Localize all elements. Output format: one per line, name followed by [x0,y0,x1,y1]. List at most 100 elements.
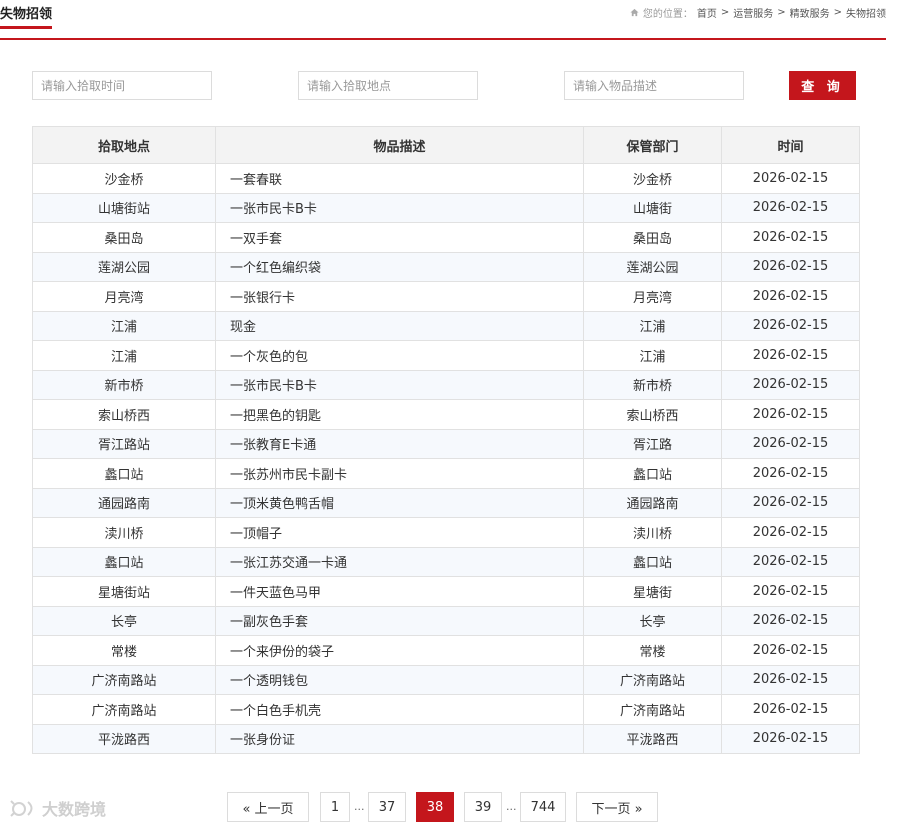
pagination: « 上一页 1 ... 37 38 39 ... 744 下一页 » [0,792,900,822]
table-row: 桑田岛 一双手套 桑田岛 2026-02-15 [32,222,860,253]
table-row: 江浦 一个灰色的包 江浦 2026-02-15 [32,340,860,371]
cell-department: 通园路南 [583,487,722,518]
page-title: 失物招领 [0,3,53,29]
table-row: 广济南路站 一个透明钱包 广济南路站 2026-02-15 [32,664,860,695]
cell-location: 星塘街站 [32,576,216,607]
cell-description: 现金 [215,310,584,341]
header-department: 保管部门 [583,126,722,164]
header-description: 物品描述 [215,126,584,164]
table-row: 常楼 一个来伊份的袋子 常楼 2026-02-15 [32,635,860,666]
cell-description: 一顶米黄色鸭舌帽 [215,487,584,518]
pickup-time-input[interactable] [32,71,212,100]
cell-description: 一张苏州市民卡副卡 [215,458,584,489]
header-location: 拾取地点 [32,126,216,164]
cell-description: 一张市民卡B卡 [215,369,584,400]
breadcrumb-label: 您的位置： [642,9,693,20]
sun-logo-icon [10,800,33,817]
cell-time: 2026-02-15 [721,281,860,312]
table-body: 沙金桥 一套春联 沙金桥 2026-02-15 山塘街站 一张市民卡B卡 山塘街 2026-0… [32,163,860,754]
table-row: 新市桥 一张市民卡B卡 新市桥 2026-02-15 [32,369,860,400]
cell-department: 莲湖公园 [583,251,722,282]
cell-description: 一双手套 [215,222,584,253]
pickup-location-input[interactable] [298,71,478,100]
table-row: 沙金桥 一套春联 沙金桥 2026-02-15 [32,163,860,194]
cell-time: 2026-02-15 [721,605,860,636]
cell-location: 渎川桥 [32,517,216,548]
watermark: 大数跨境 [8,796,106,820]
cell-department: 山塘街 [583,192,722,223]
cell-location: 长亭 [32,605,216,636]
table-row: 通园路南 一顶米黄色鸭舌帽 通园路南 2026-02-15 [32,487,860,518]
table-row: 平泷路西 一张身份证 平泷路西 2026-02-15 [32,723,860,754]
cell-description: 一张江苏交通一卡通 [215,546,584,577]
cell-description: 一张教育E卡通 [215,428,584,459]
cell-department: 索山桥西 [583,399,722,430]
cell-description: 一顶帽子 [215,517,584,548]
cell-time: 2026-02-15 [721,576,860,607]
cell-department: 渎川桥 [583,517,722,548]
page-button[interactable]: 744 [520,792,566,822]
cell-description: 一副灰色手套 [215,605,584,636]
cell-location: 蠡口站 [32,458,216,489]
prev-page-button[interactable]: « 上一页 [227,792,309,822]
cell-location: 广济南路站 [32,694,216,725]
cell-description: 一件天蓝色马甲 [215,576,584,607]
breadcrumb-home[interactable]: 首页 [697,5,717,20]
cell-location: 索山桥西 [32,399,216,430]
cell-location: 胥江路站 [32,428,216,459]
cell-description: 一张市民卡B卡 [215,192,584,223]
breadcrumb-operations[interactable]: 运营服务 [733,5,773,20]
cell-time: 2026-02-15 [721,163,860,194]
page-button[interactable]: 1 [320,792,350,822]
breadcrumb-current: 失物招领 [846,9,886,20]
cell-time: 2026-02-15 [721,251,860,282]
next-page-button[interactable]: 下一页 » [576,792,658,822]
table-row: 蠡口站 一张江苏交通一卡通 蠡口站 2026-02-15 [32,546,860,577]
header-time: 时间 [721,126,860,164]
cell-department: 沙金桥 [583,163,722,194]
breadcrumb-separator: > [720,7,730,18]
query-button[interactable]: 查 询 [789,71,856,100]
cell-description: 一个红色编织袋 [215,251,584,282]
cell-location: 莲湖公园 [32,251,216,282]
cell-time: 2026-02-15 [721,458,860,489]
breadcrumb-services[interactable]: 精致服务 [790,5,830,20]
cell-description: 一个透明钱包 [215,664,584,695]
cell-department: 蠡口站 [583,546,722,577]
cell-location: 蠡口站 [32,546,216,577]
page-button-current[interactable]: 38 [416,792,454,822]
breadcrumb: 您的位置： 首页 > 运营服务 > 精致服务 > 失物招领 [630,5,886,20]
breadcrumb-separator: > [833,7,842,18]
cell-time: 2026-02-15 [721,635,860,666]
table-row: 星塘街站 一件天蓝色马甲 星塘街 2026-02-15 [32,576,860,607]
cell-description: 一张身份证 [215,723,584,754]
table-row: 江浦 现金 江浦 2026-02-15 [32,310,860,341]
cell-location: 桑田岛 [32,222,216,253]
cell-time: 2026-02-15 [721,723,860,754]
cell-time: 2026-02-15 [721,399,860,430]
breadcrumb-separator: > [777,7,786,18]
cell-description: 一个灰色的包 [215,340,584,371]
page-button[interactable]: 37 [368,792,406,822]
cell-location: 江浦 [32,310,216,341]
cell-time: 2026-02-15 [721,369,860,400]
cell-department: 星塘街 [583,576,722,607]
cell-location: 江浦 [32,340,216,371]
pagination-ellipsis: ... [506,800,517,813]
table-row: 月亮湾 一张银行卡 月亮湾 2026-02-15 [32,281,860,312]
cell-description: 一个来伊份的袋子 [215,635,584,666]
cell-description: 一个白色手机壳 [215,694,584,725]
cell-time: 2026-02-15 [721,222,860,253]
table-row: 莲湖公园 一个红色编织袋 莲湖公园 2026-02-15 [32,251,860,282]
cell-description: 一张银行卡 [215,281,584,312]
table-row: 蠡口站 一张苏州市民卡副卡 蠡口站 2026-02-15 [32,458,860,489]
cell-department: 平泷路西 [583,723,722,754]
cell-department: 江浦 [583,340,722,371]
item-description-input[interactable] [564,71,744,100]
cell-time: 2026-02-15 [721,546,860,577]
page-button[interactable]: 39 [464,792,502,822]
table-row: 胥江路站 一张教育E卡通 胥江路 2026-02-15 [32,428,860,459]
watermark-text: 大数跨境 [42,800,107,819]
cell-location: 山塘街站 [32,192,216,223]
cell-time: 2026-02-15 [721,192,860,223]
